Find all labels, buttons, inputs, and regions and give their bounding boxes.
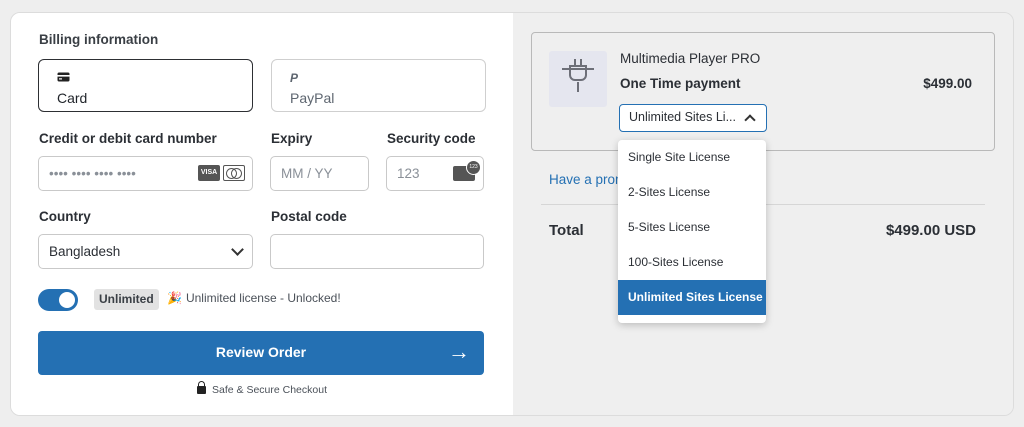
review-order-button[interactable]: Review Order →: [38, 331, 484, 375]
license-option[interactable]: 2-Sites License: [618, 175, 766, 210]
payment-type: One Time payment: [620, 76, 741, 91]
card-number-value: •••• •••• •••• ••••: [49, 166, 136, 181]
payment-method-card[interactable]: Card: [38, 59, 253, 112]
lock-icon: [197, 381, 206, 394]
postal-code-input[interactable]: [270, 234, 484, 269]
product-card: Multimedia Player PRO One Time payment $…: [531, 32, 995, 151]
unlock-message: 🎉 Unlimited license - Unlocked!: [167, 291, 341, 305]
payment-method-paypal[interactable]: P PayPal: [271, 59, 486, 112]
unlimited-toggle[interactable]: [38, 289, 78, 311]
promo-code-link[interactable]: Have a prom: [549, 172, 626, 187]
secure-checkout-note: Safe & Secure Checkout: [11, 381, 513, 396]
unlimited-badge: Unlimited: [94, 289, 159, 310]
expiry-placeholder: MM / YY: [281, 166, 333, 181]
review-order-label: Review Order: [215, 344, 307, 360]
country-label: Country: [39, 209, 91, 224]
cvc-card-icon: [453, 160, 481, 181]
plug-icon-cord: [577, 82, 579, 92]
total-label: Total: [549, 222, 584, 239]
billing-panel: Billing information Card P PayPal Credit…: [11, 13, 513, 415]
license-select[interactable]: Unlimited Sites Li...: [619, 104, 767, 132]
postal-code-label: Postal code: [271, 209, 347, 224]
mastercard-icon: [223, 165, 245, 181]
security-code-input[interactable]: 123: [386, 156, 484, 191]
checkout-container: Billing information Card P PayPal Credit…: [10, 12, 1014, 416]
total-amount: $499.00 USD: [885, 222, 976, 239]
expiry-label: Expiry: [271, 131, 313, 146]
toggle-knob: [59, 292, 75, 308]
party-popper-icon: 🎉: [167, 291, 182, 305]
card-number-label: Credit or debit card number: [39, 131, 217, 146]
expiry-input[interactable]: MM / YY: [270, 156, 369, 191]
payment-method-label: PayPal: [290, 90, 335, 106]
card-brand-icons: VISA: [198, 165, 245, 181]
plug-icon: [569, 59, 587, 81]
license-option[interactable]: 100-Sites License: [618, 245, 766, 280]
license-option[interactable]: Single Site License: [618, 140, 766, 175]
product-price: $499.00: [923, 76, 972, 91]
product-thumbnail: [549, 51, 607, 107]
paypal-icon: P: [290, 71, 299, 85]
secure-checkout-text: Safe & Secure Checkout: [212, 384, 327, 396]
arrow-right-icon: →: [448, 339, 470, 364]
unlock-text: Unlimited license - Unlocked!: [185, 291, 341, 305]
payment-method-label: Card: [57, 90, 88, 106]
country-value: Bangladesh: [49, 244, 121, 259]
country-select[interactable]: Bangladesh: [38, 234, 253, 269]
visa-icon: VISA: [198, 165, 220, 181]
billing-title: Billing information: [39, 32, 159, 47]
license-dropdown-menu: Single Site License 2-Sites License 5-Si…: [618, 140, 766, 323]
security-code-placeholder: 123: [397, 166, 420, 181]
credit-card-icon: [57, 71, 70, 85]
chevron-down-icon: [231, 243, 244, 256]
security-code-label: Security code: [387, 131, 476, 146]
license-select-value: Unlimited Sites Li...: [629, 110, 736, 124]
card-number-input[interactable]: •••• •••• •••• •••• VISA: [38, 156, 253, 191]
product-name: Multimedia Player PRO: [620, 51, 761, 66]
chevron-up-icon: [744, 114, 756, 126]
license-option[interactable]: 5-Sites License: [618, 210, 766, 245]
license-option-selected[interactable]: Unlimited Sites License: [618, 280, 766, 315]
